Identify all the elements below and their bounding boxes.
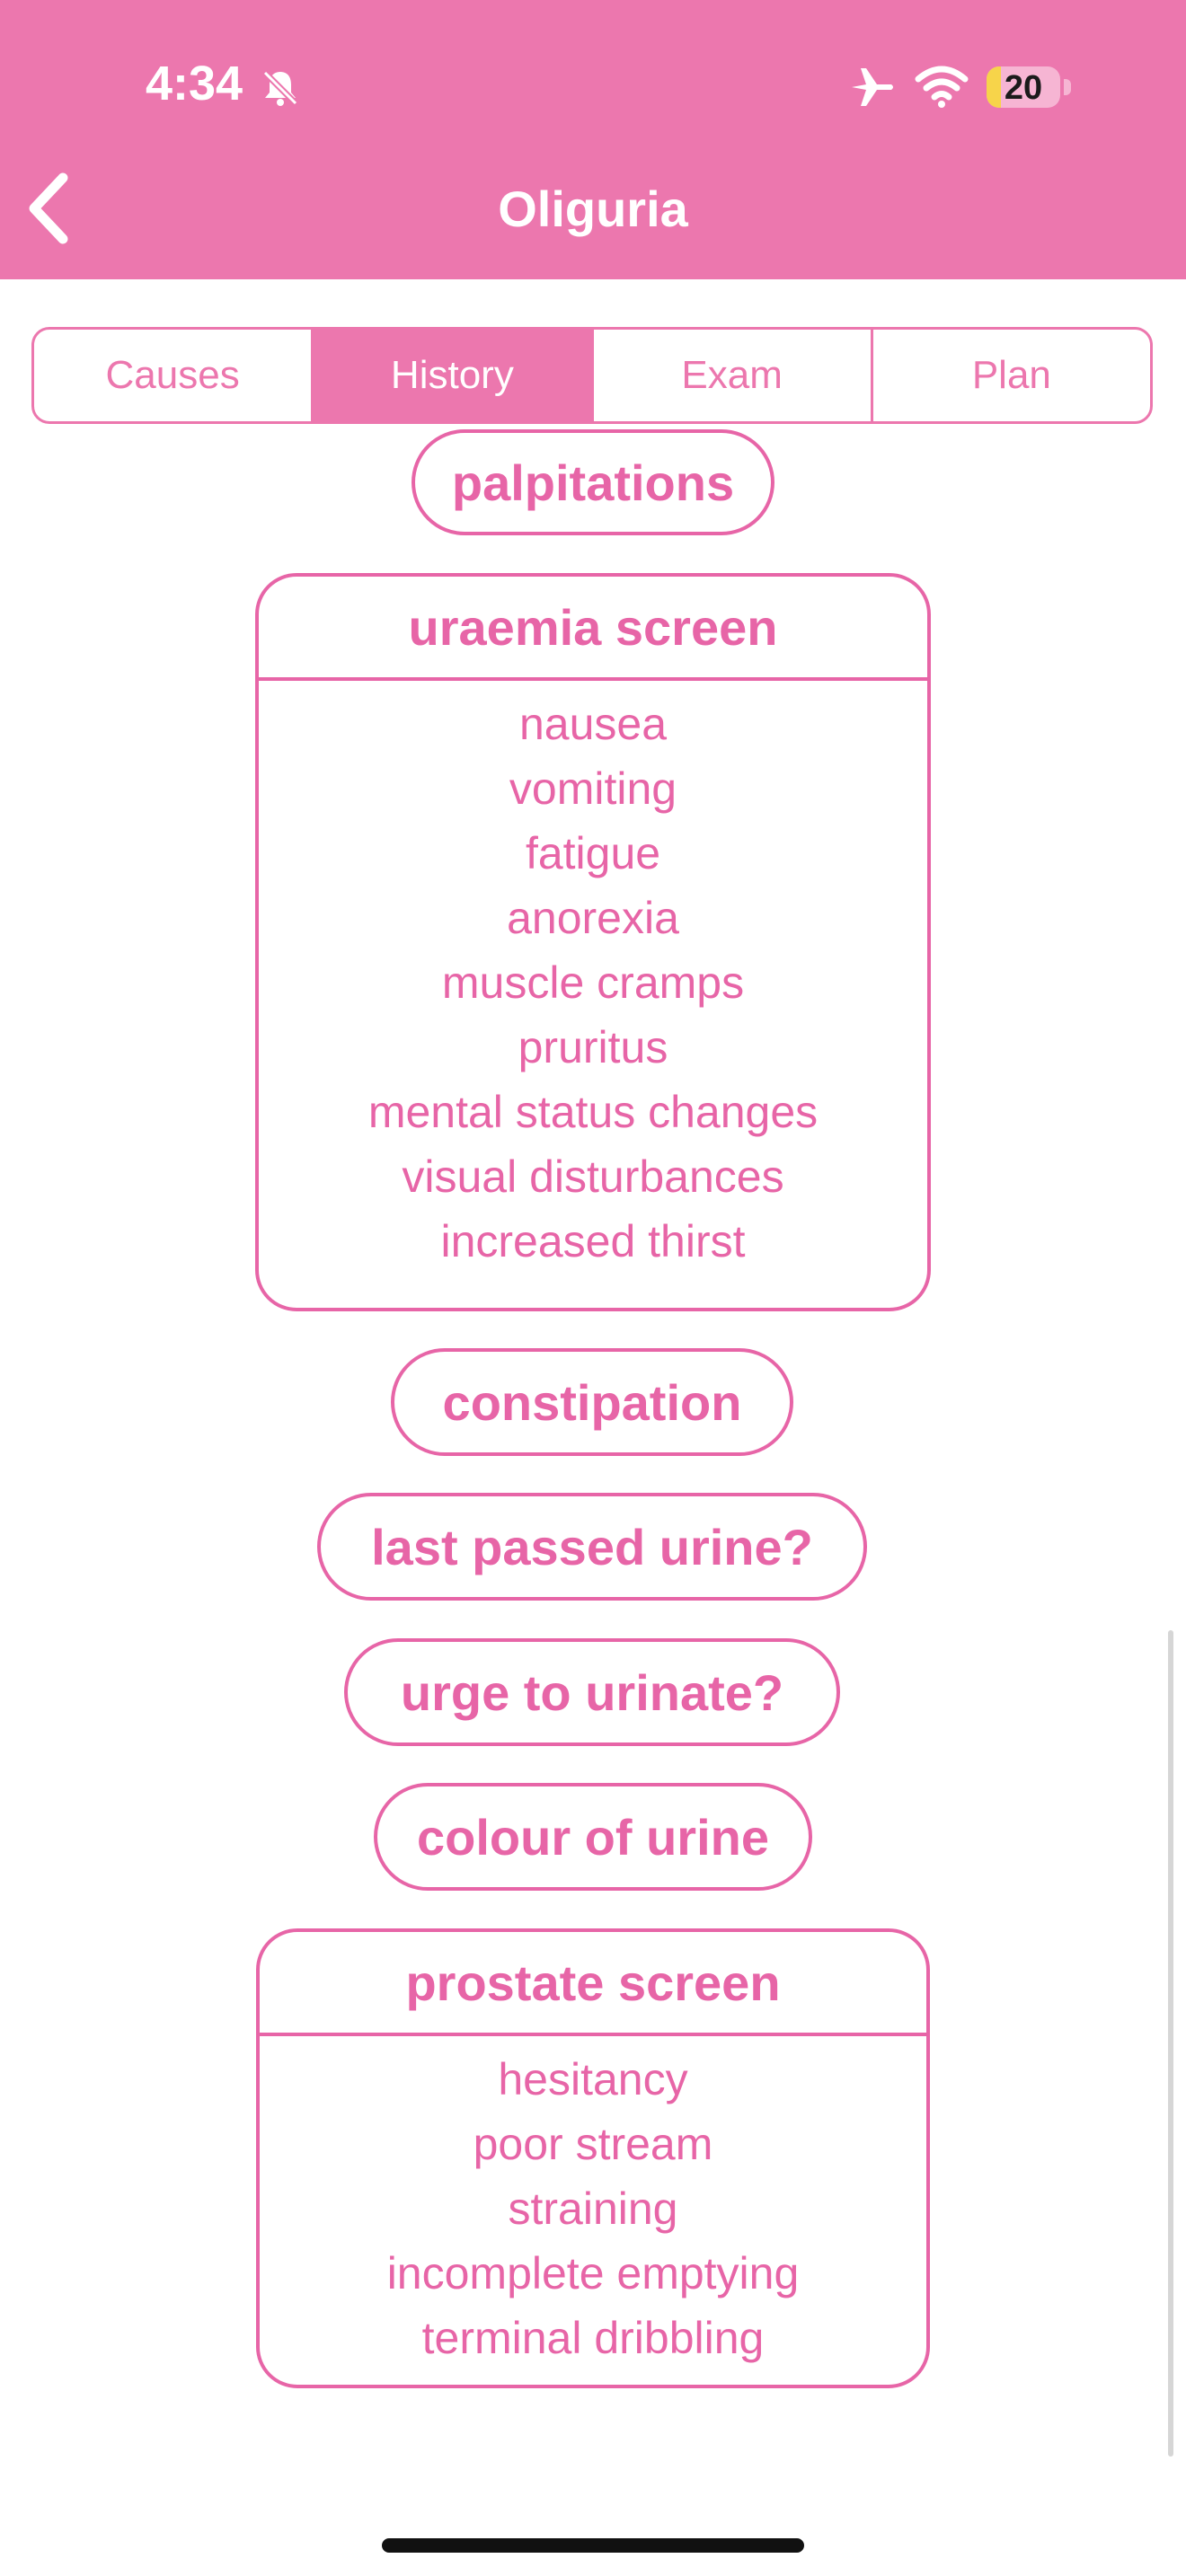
wifi-icon [915, 66, 969, 108]
list-item: straining [508, 2183, 678, 2234]
uraemia-screen-title: uraemia screen [259, 577, 927, 681]
vertical-scrollbar[interactable] [1168, 1630, 1173, 2457]
tab-exam[interactable]: Exam [594, 330, 873, 421]
list-item: poor stream [473, 2119, 713, 2169]
prostate-screen-list: hesitancy poor stream straining incomple… [260, 2036, 926, 2370]
list-item: visual disturbances [402, 1151, 784, 1202]
urge-to-urinate-pill[interactable]: urge to urinate? [344, 1638, 840, 1746]
uraemia-screen-list: nausea vomiting fatigue anorexia muscle … [259, 681, 927, 1274]
list-item: fatigue [525, 828, 661, 878]
prostate-screen-title: prostate screen [260, 1932, 926, 2036]
status-time: 4:34 [146, 57, 243, 110]
navigation-header: 4:34 20 Oliguria [0, 0, 1186, 279]
battery-level: 20 [1004, 69, 1043, 107]
prostate-screen-card[interactable]: prostate screen hesitancy poor stream st… [256, 1928, 930, 2388]
list-item: mental status changes [367, 1087, 819, 1137]
constipation-pill[interactable]: constipation [391, 1348, 793, 1456]
last-passed-urine-pill[interactable]: last passed urine? [317, 1493, 867, 1601]
list-item: pruritus [518, 1022, 668, 1072]
home-indicator[interactable] [382, 2538, 804, 2553]
airplane-icon [852, 68, 893, 106]
list-item: incomplete emptying [386, 2248, 800, 2298]
page-title: Oliguria [498, 181, 688, 237]
tab-history[interactable]: History [314, 330, 594, 421]
colour-of-urine-pill[interactable]: colour of urine [374, 1783, 812, 1891]
battery-tip [1064, 79, 1071, 95]
list-item: muscle cramps [441, 957, 745, 1008]
tab-plan[interactable]: Plan [873, 330, 1150, 421]
list-item: increased thirst [440, 1216, 746, 1266]
list-item: vomiting [509, 763, 677, 814]
palpitations-pill[interactable]: palpitations [412, 429, 774, 535]
segmented-tabs: Causes History Exam Plan [31, 327, 1153, 424]
uraemia-screen-card[interactable]: uraemia screen nausea vomiting fatigue a… [255, 573, 931, 1311]
list-item: hesitancy [498, 2054, 688, 2104]
list-item: terminal dribbling [421, 2313, 765, 2363]
battery-icon: 20 [987, 66, 1060, 108]
tab-causes[interactable]: Causes [34, 330, 314, 421]
list-item: anorexia [507, 893, 679, 943]
bell-slash-icon [262, 70, 298, 106]
list-item: nausea [518, 699, 668, 749]
